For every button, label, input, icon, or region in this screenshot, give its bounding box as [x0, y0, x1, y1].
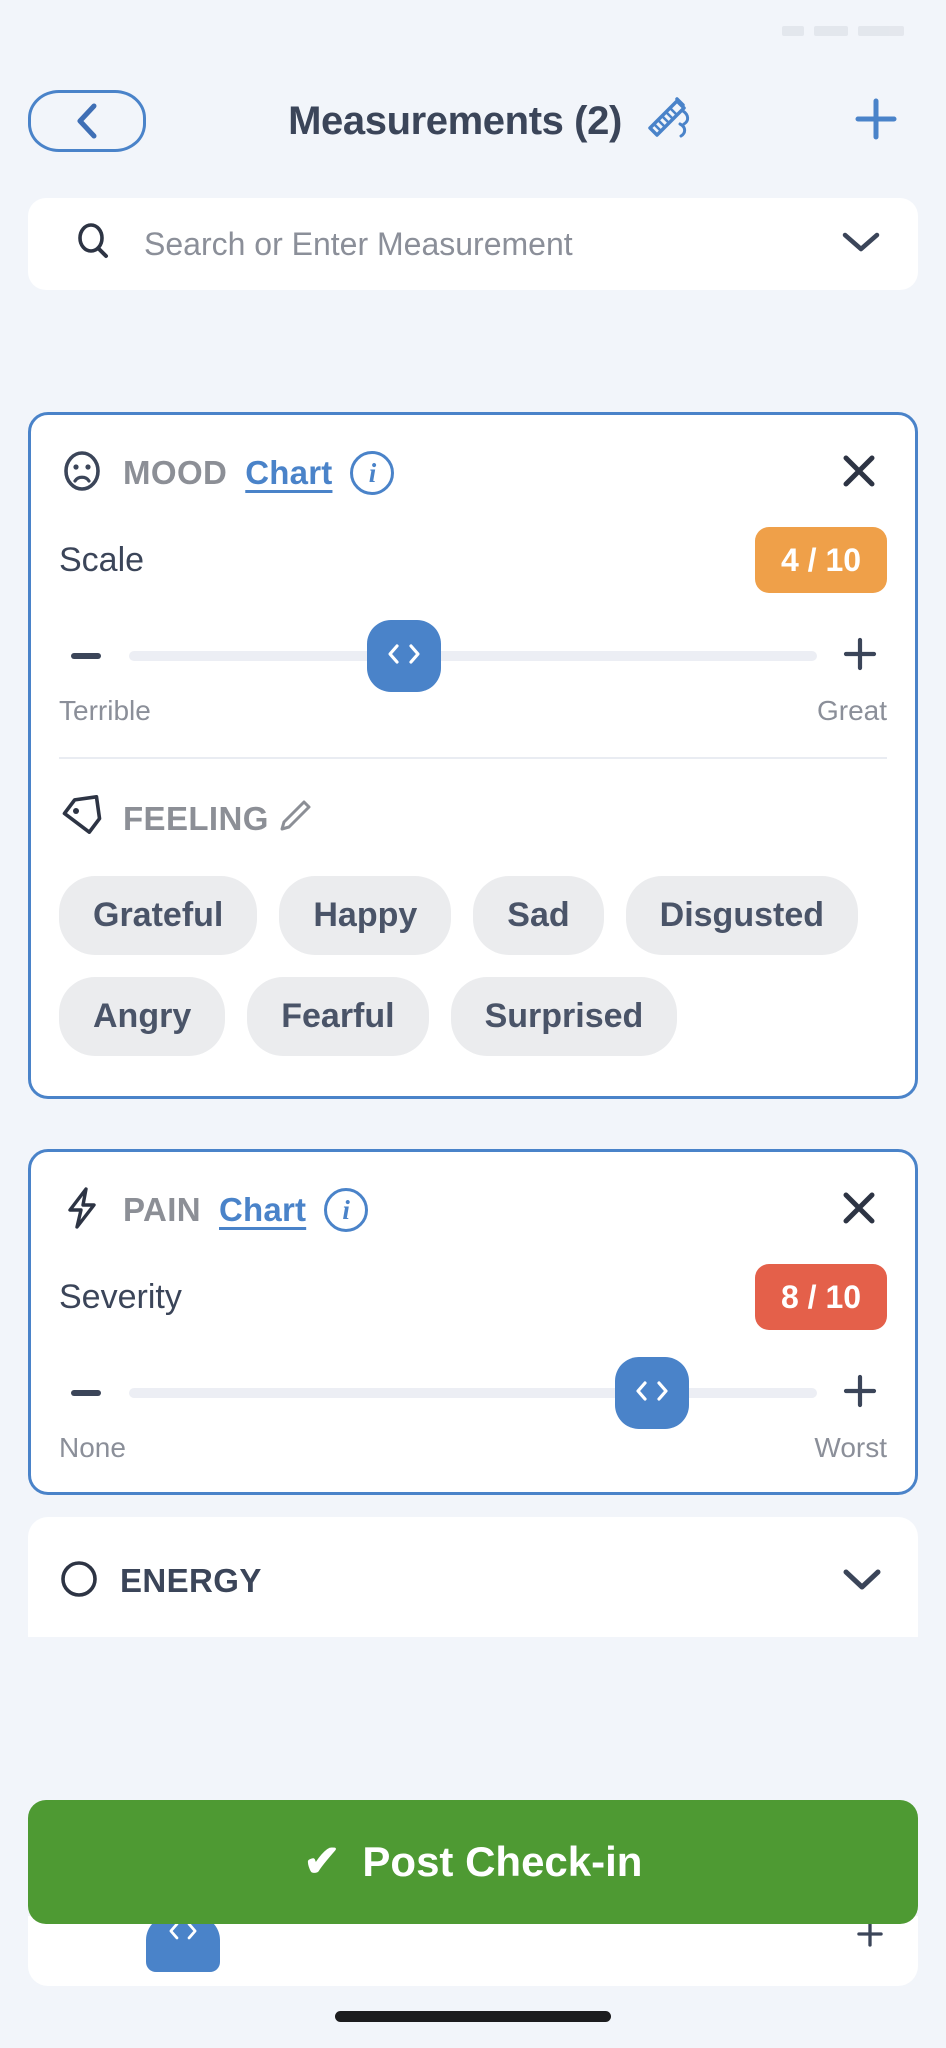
- value-row-pain: Severity 8 / 10: [59, 1248, 887, 1336]
- close-icon: [837, 1186, 881, 1235]
- status-badge-mood: 4 / 10: [755, 527, 887, 593]
- chevron-down-icon: [840, 1565, 884, 1598]
- slider-track-wrap[interactable]: [129, 1357, 817, 1429]
- measurement-name: PAIN: [123, 1191, 201, 1228]
- card-peek-behind-button: [28, 1916, 918, 1986]
- slider-track[interactable]: [129, 651, 817, 661]
- info-icon[interactable]: i: [324, 1188, 369, 1232]
- decrement-button-mood[interactable]: [59, 629, 113, 683]
- scale-high-label: Great: [816, 695, 887, 726]
- tag-icon: [59, 793, 105, 844]
- search-bar[interactable]: [28, 198, 918, 290]
- left-right-arrows-icon: [629, 1376, 675, 1411]
- search-dropdown-button[interactable]: [834, 217, 888, 271]
- decrement-button-pain[interactable]: [59, 1366, 113, 1420]
- value-label: Severity: [59, 1277, 182, 1316]
- increment-button-mood[interactable]: [833, 629, 887, 683]
- status-bar-indicators: [782, 26, 904, 36]
- collapse-button-energy[interactable]: [834, 1553, 890, 1609]
- close-button-mood[interactable]: [831, 445, 887, 501]
- scale-endpoints-mood: Terrible Great: [59, 693, 887, 755]
- card-header: PAIN Chart i: [59, 1152, 887, 1248]
- energy-circle-icon: [56, 1556, 102, 1607]
- minus-icon: [71, 1390, 101, 1396]
- feeling-chip[interactable]: Happy: [279, 876, 452, 955]
- feeling-chip[interactable]: Angry: [59, 977, 226, 1056]
- status-icon-b: [814, 26, 848, 36]
- chevron-down-icon: [840, 229, 882, 260]
- scale-high-label: Worst: [814, 1432, 887, 1463]
- chart-link-pain[interactable]: Chart: [219, 1191, 306, 1229]
- measurement-card-pain: PAIN Chart i Severity 8 / 10 None Worst: [28, 1149, 918, 1495]
- feeling-label: FEELING: [123, 799, 269, 837]
- feeling-chips[interactable]: Grateful Happy Sad Disgusted Angry Fearf…: [59, 852, 887, 1096]
- status-icon-c: [858, 26, 904, 36]
- page-title: Measurements (2): [288, 98, 622, 143]
- status-badge-pain: 8 / 10: [755, 1264, 887, 1330]
- plus-icon: [850, 93, 902, 150]
- measurement-card-mood: MOOD Chart i Scale 4 / 10 Terrible Great…: [28, 412, 918, 1099]
- feeling-chip[interactable]: Grateful: [59, 876, 258, 955]
- slider-thumb-energy[interactable]: [146, 1916, 220, 1972]
- value-row-mood: Scale 4 / 10: [59, 511, 887, 599]
- home-indicator: [335, 2011, 611, 2022]
- measurement-card-energy: ENERGY: [28, 1517, 918, 1637]
- status-icon-a: [782, 26, 804, 36]
- value-label: Scale: [59, 540, 145, 579]
- scale-low-label: None: [59, 1432, 126, 1463]
- add-measurement-button[interactable]: [844, 89, 908, 153]
- chart-link-mood[interactable]: Chart: [245, 454, 332, 492]
- close-button-pain[interactable]: [831, 1182, 887, 1238]
- broom-icon[interactable]: [636, 91, 692, 152]
- close-icon: [837, 449, 881, 498]
- sad-face-icon: [59, 448, 105, 499]
- plus-icon: [841, 635, 879, 678]
- feeling-chip[interactable]: Disgusted: [625, 876, 858, 955]
- status-bar: [0, 0, 946, 62]
- measurement-name: MOOD: [123, 454, 228, 491]
- slider-thumb-mood[interactable]: [367, 620, 442, 692]
- feeling-section-header: FEELING: [59, 759, 887, 852]
- slider-thumb-pain[interactable]: [614, 1357, 689, 1429]
- lightning-bolt-icon: [59, 1185, 105, 1236]
- feeling-chip[interactable]: Fearful: [247, 977, 429, 1056]
- back-button[interactable]: [28, 90, 146, 152]
- scale-low-label: Terrible: [59, 695, 151, 726]
- feeling-chip[interactable]: Surprised: [450, 977, 678, 1056]
- post-checkin-button[interactable]: ✔ Post Check-in: [28, 1800, 918, 1924]
- measurement-name: ENERGY: [120, 1562, 262, 1599]
- feeling-chip[interactable]: Sad: [473, 876, 604, 955]
- header-title-group: Measurements (2): [136, 91, 844, 152]
- left-right-arrows-icon: [381, 639, 427, 674]
- increment-button-pain[interactable]: [833, 1366, 887, 1420]
- scale-endpoints-pain: None Worst: [59, 1430, 887, 1492]
- card-header: ENERGY: [56, 1517, 890, 1637]
- app-header: Measurements (2): [0, 62, 946, 180]
- slider-mood[interactable]: [59, 599, 887, 693]
- search-input[interactable]: [144, 225, 806, 263]
- post-checkin-label: Post Check-in: [362, 1838, 643, 1885]
- search-icon: [72, 220, 116, 269]
- chevron-left-icon: [70, 101, 104, 141]
- pencil-icon[interactable]: [275, 796, 315, 841]
- plus-icon: [841, 1372, 879, 1415]
- slider-pain[interactable]: [59, 1336, 887, 1430]
- info-icon[interactable]: i: [350, 451, 395, 495]
- check-icon: ✔: [303, 1837, 341, 1886]
- slider-track[interactable]: [129, 1388, 817, 1398]
- card-header: MOOD Chart i: [59, 415, 887, 511]
- slider-track-wrap[interactable]: [129, 620, 817, 692]
- minus-icon: [71, 653, 101, 659]
